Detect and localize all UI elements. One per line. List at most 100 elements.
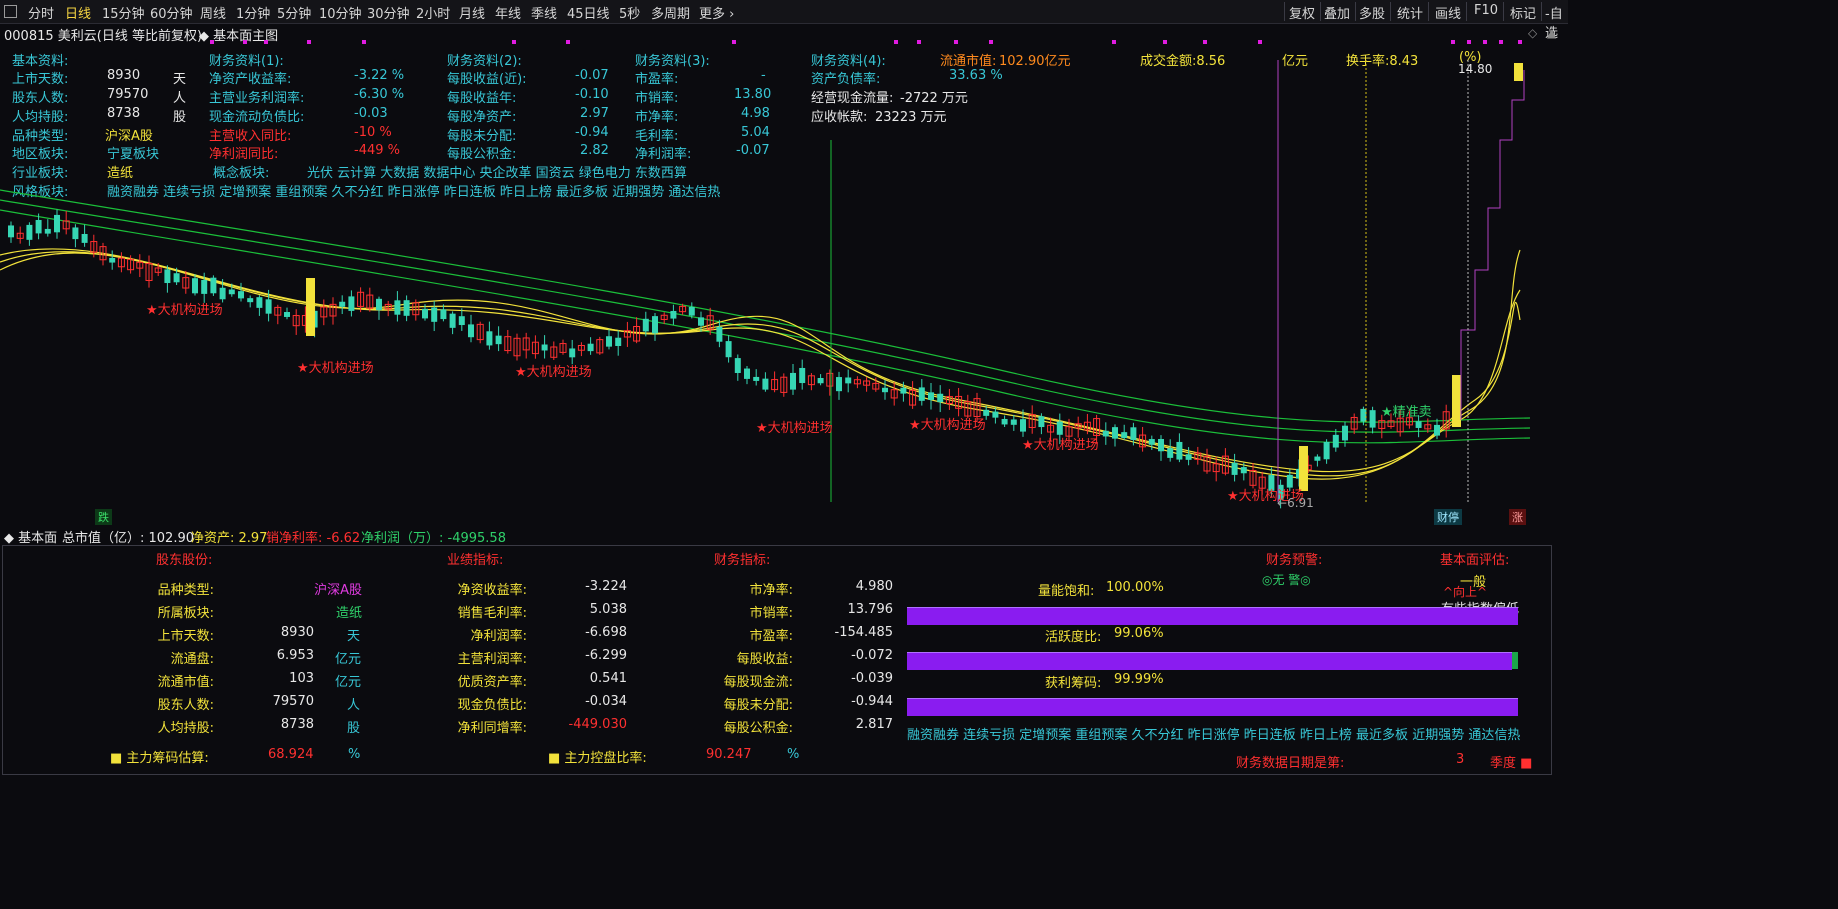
finance-row-label: 每股公积金: — [723, 721, 793, 736]
candle-down — [799, 367, 806, 384]
fundamental-dropdown[interactable]: ◆ 基本面 — [4, 527, 57, 546]
tab-15min[interactable]: 15分钟 — [102, 3, 145, 22]
candle-down — [1148, 439, 1155, 445]
chip-estimate-label: ■ 主力筹码估算: — [110, 751, 209, 766]
candle-down — [1176, 441, 1183, 460]
shareholder-row-value: 造纸 — [335, 606, 362, 621]
candle-down — [1010, 419, 1017, 425]
tab-5min[interactable]: 5分钟 — [277, 3, 311, 22]
candle-down — [725, 341, 732, 358]
tab-fenshi[interactable]: 分时 — [28, 3, 54, 22]
tab-season[interactable]: 季线 — [531, 3, 557, 22]
tab-rixian[interactable]: 日线 — [65, 3, 91, 22]
tab-60min[interactable]: 60分钟 — [150, 3, 193, 22]
report-period-value: 3 — [1456, 752, 1465, 767]
fuquan-button[interactable]: 复权 — [1289, 3, 1315, 22]
candle-down — [541, 344, 548, 351]
tab-week[interactable]: 周线 — [200, 3, 226, 22]
candle-down — [1342, 425, 1348, 441]
candle-down — [348, 296, 355, 311]
finance-row-label: 市盈率: — [749, 629, 793, 644]
caiting-tag: 财停 — [1434, 509, 1462, 525]
candle-down — [698, 317, 704, 326]
candle-down — [1158, 438, 1164, 452]
candle-down — [753, 376, 760, 381]
total-mv: 总市值（亿）: 102.90 — [62, 531, 194, 546]
performance-row-value: 5.038 — [589, 602, 627, 617]
overlay-button[interactable]: 叠加 — [1324, 3, 1350, 22]
mark-button[interactable]: 标记 — [1510, 3, 1536, 22]
tab-year[interactable]: 年线 — [495, 3, 521, 22]
tab-multi-period[interactable]: 多周期 — [651, 3, 690, 22]
candle-down — [790, 372, 796, 390]
period-toolbar: 分时 日线 15分钟 60分钟 周线 1分钟 5分钟 10分钟 30分钟 2小时… — [0, 0, 1568, 41]
candle-down — [606, 336, 612, 347]
candle-down — [845, 377, 852, 384]
window-menu-icon[interactable] — [4, 5, 17, 18]
candle-down — [26, 224, 33, 240]
diamond-icon[interactable]: ◇ — [1528, 26, 1537, 40]
candle-down — [173, 273, 180, 283]
candle-down — [440, 309, 447, 320]
candle-down — [587, 343, 594, 352]
finance-row-value: -0.072 — [851, 648, 893, 663]
style-tags: 融资融券 连续亏损 定增预案 重组预案 久不分红 昨日涨停 昨日连板 昨日上榜 … — [907, 728, 1521, 743]
tab-2h[interactable]: 2小时 — [416, 3, 450, 22]
volume-saturation-label: 量能饱和: — [1038, 584, 1095, 599]
finance-row-label: 每股现金流: — [723, 675, 793, 690]
ma-short-3 — [0, 248, 1521, 480]
candle-down — [495, 335, 502, 345]
shareholder-row-unit: 股 — [347, 721, 361, 736]
big-inst-entry-2: ★大机构进场 — [297, 361, 374, 376]
candle-down — [394, 300, 401, 315]
tab-5sec[interactable]: 5秒 — [619, 3, 640, 22]
chip-estimate-value: 68.924 — [268, 747, 314, 762]
tab-month[interactable]: 月线 — [459, 3, 485, 22]
candle-down — [762, 378, 769, 390]
candle-down — [744, 368, 750, 379]
shareholder-row-value: 79570 — [272, 694, 314, 709]
shareholder-row-label: 所属板块: — [157, 606, 214, 621]
tab-45day[interactable]: 45日线 — [567, 3, 610, 22]
scroll-up-icon[interactable]: ▲ — [1547, 26, 1556, 40]
warning-title: 财务预警: — [1266, 553, 1323, 568]
performance-row-value: -449.030 — [568, 717, 627, 732]
candle-down — [836, 377, 842, 392]
big-inst-entry-1: ★大机构进场 — [146, 303, 223, 318]
multi-stock-button[interactable]: 多股 — [1359, 3, 1385, 22]
candle-down — [1314, 456, 1321, 461]
chart-header: 000815 美利云(日线 等比前复权) ◆ 基本面主图 ◇ ▲ — [0, 24, 1568, 44]
candle-down — [1185, 454, 1192, 460]
f10-button[interactable]: F10 — [1474, 3, 1498, 18]
candle-down — [937, 393, 944, 403]
tab-1min[interactable]: 1分钟 — [236, 3, 270, 22]
candle-down — [54, 214, 60, 233]
stock-title: 000815 美利云(日线 等比前复权) — [4, 29, 203, 44]
shareholder-row-value: 8738 — [280, 717, 314, 732]
tab-more[interactable]: 更多 › — [699, 3, 734, 22]
candle-down — [1332, 434, 1339, 448]
kline-chart[interactable] — [0, 44, 1530, 526]
candle-down — [339, 301, 346, 307]
tab-30min[interactable]: 30分钟 — [367, 3, 410, 22]
draw-button[interactable]: 画线 — [1435, 3, 1461, 22]
stats-button[interactable]: 统计 — [1397, 3, 1423, 22]
profit-chips-value: 99.99% — [1114, 672, 1164, 687]
candle-down — [1323, 441, 1330, 460]
candle-down — [882, 387, 888, 393]
candle-down — [109, 257, 116, 263]
tab-10min[interactable]: 10分钟 — [319, 3, 362, 22]
shareholder-row-value: 103 — [289, 671, 314, 686]
candle-down — [35, 219, 42, 234]
candle-down — [652, 316, 658, 334]
candle-down — [164, 269, 171, 284]
finance-row-label: 每股收益: — [736, 652, 793, 667]
activity-ratio-bar — [907, 652, 1512, 670]
performance-row-label: 净利润率: — [470, 629, 527, 644]
finance-row-label: 市销率: — [749, 606, 793, 621]
candle-down — [219, 287, 226, 300]
performance-row-label: 净资收益率: — [457, 583, 527, 598]
ma-long-2 — [0, 199, 1530, 433]
shareholder-row-label: 股东人数: — [157, 698, 214, 713]
performance-row-label: 净利同增率: — [457, 721, 527, 736]
